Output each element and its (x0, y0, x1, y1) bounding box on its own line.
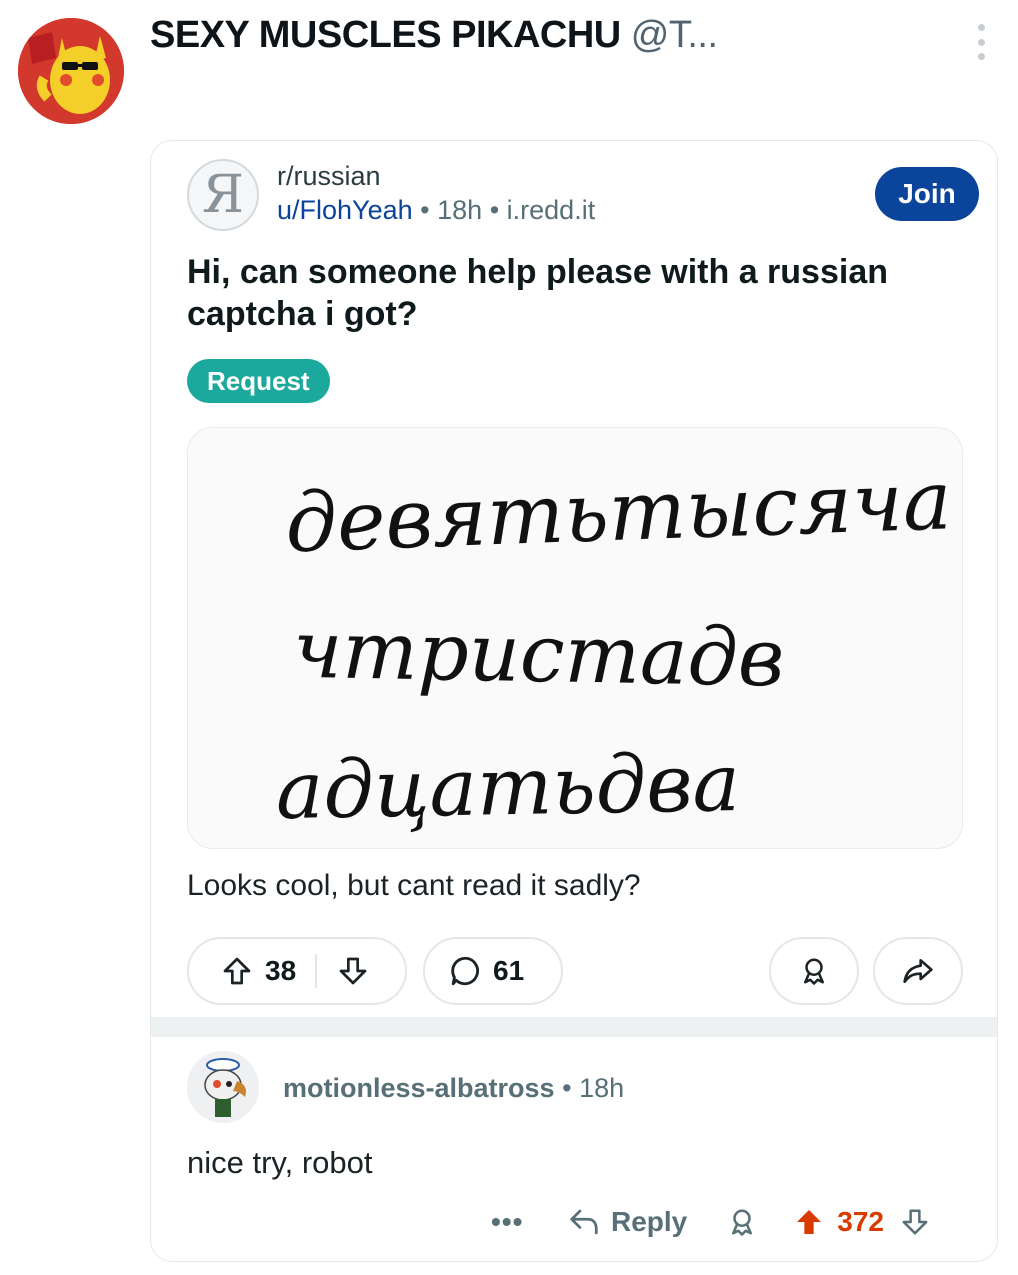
upvote-count: 38 (265, 955, 297, 986)
comment-body: nice try, robot (187, 1145, 373, 1180)
captcha-line-2: чтристадв (292, 603, 785, 705)
post-body: Looks cool, but cant read it sadly? (187, 869, 641, 902)
upvote-icon[interactable] (211, 945, 263, 997)
reply-button[interactable]: Reply (567, 1206, 687, 1238)
post-title[interactable]: Hi, can someone help please with a russi… (187, 251, 977, 335)
user-handle: @T... (630, 14, 718, 56)
more-icon[interactable]: ••• (491, 1206, 551, 1238)
vote-divider (315, 954, 317, 988)
subreddit-icon[interactable]: Я (187, 159, 259, 231)
comment-award-button[interactable] (727, 1207, 757, 1237)
reply-label: Reply (611, 1206, 688, 1237)
display-name: SEXY MUSCLES PIKACHU (150, 14, 621, 56)
post-meta: u/FlohYeah • 18h • i.redd.it (277, 195, 595, 226)
comment-count: 61 (493, 955, 525, 986)
comment-author[interactable]: motionless-albatross (283, 1073, 555, 1103)
post-author[interactable]: u/FlohYeah (277, 195, 413, 225)
comment-age: 18h (579, 1073, 625, 1103)
comments-button[interactable]: 61 (423, 937, 563, 1005)
post-age: 18h (437, 195, 483, 225)
comment-upvote-icon[interactable] (793, 1206, 825, 1238)
captcha-line-3: адцатьдва (275, 736, 741, 837)
tweet-avatar[interactable] (18, 18, 124, 124)
join-button[interactable]: Join (875, 167, 979, 221)
comment-actions: ••• Reply 372 (491, 1197, 930, 1247)
tweet-author[interactable]: SEXY MUSCLES PIKACHU @T... (150, 14, 718, 57)
share-icon (903, 959, 933, 983)
comment-meta: motionless-albatross • 18h (283, 1073, 624, 1104)
downvote-icon[interactable] (327, 945, 379, 997)
reply-icon (570, 1209, 598, 1235)
pikachu-avatar-icon (18, 18, 124, 124)
section-divider (151, 1017, 997, 1037)
award-icon (732, 1209, 753, 1236)
award-button[interactable] (769, 937, 859, 1005)
post-flair[interactable]: Request (187, 359, 330, 403)
comment-avatar[interactable] (187, 1051, 259, 1123)
captcha-image[interactable]: девятьтысяча чтристадв адцатьдва (187, 427, 963, 849)
share-button[interactable] (873, 937, 963, 1005)
snoo-sailor-avatar-icon (187, 1051, 259, 1123)
post-domain[interactable]: i.redd.it (507, 195, 596, 225)
meta-separator: • (420, 195, 430, 225)
more-options-icon[interactable] (974, 24, 988, 60)
captcha-line-1: девятьтысяча (284, 453, 953, 571)
comment-score: 372 (837, 1206, 884, 1237)
comment-bubble-icon (451, 956, 479, 986)
meta-separator: • (562, 1073, 572, 1103)
meta-separator: • (489, 195, 500, 225)
comment-downvote-icon[interactable] (900, 1207, 930, 1237)
subreddit-name[interactable]: r/russian (277, 161, 381, 192)
post-vote-bar: 38 (187, 937, 407, 1005)
reddit-post-card: Я r/russian u/FlohYeah • 18h • i.redd.it… (150, 140, 998, 1262)
award-icon (804, 958, 824, 985)
